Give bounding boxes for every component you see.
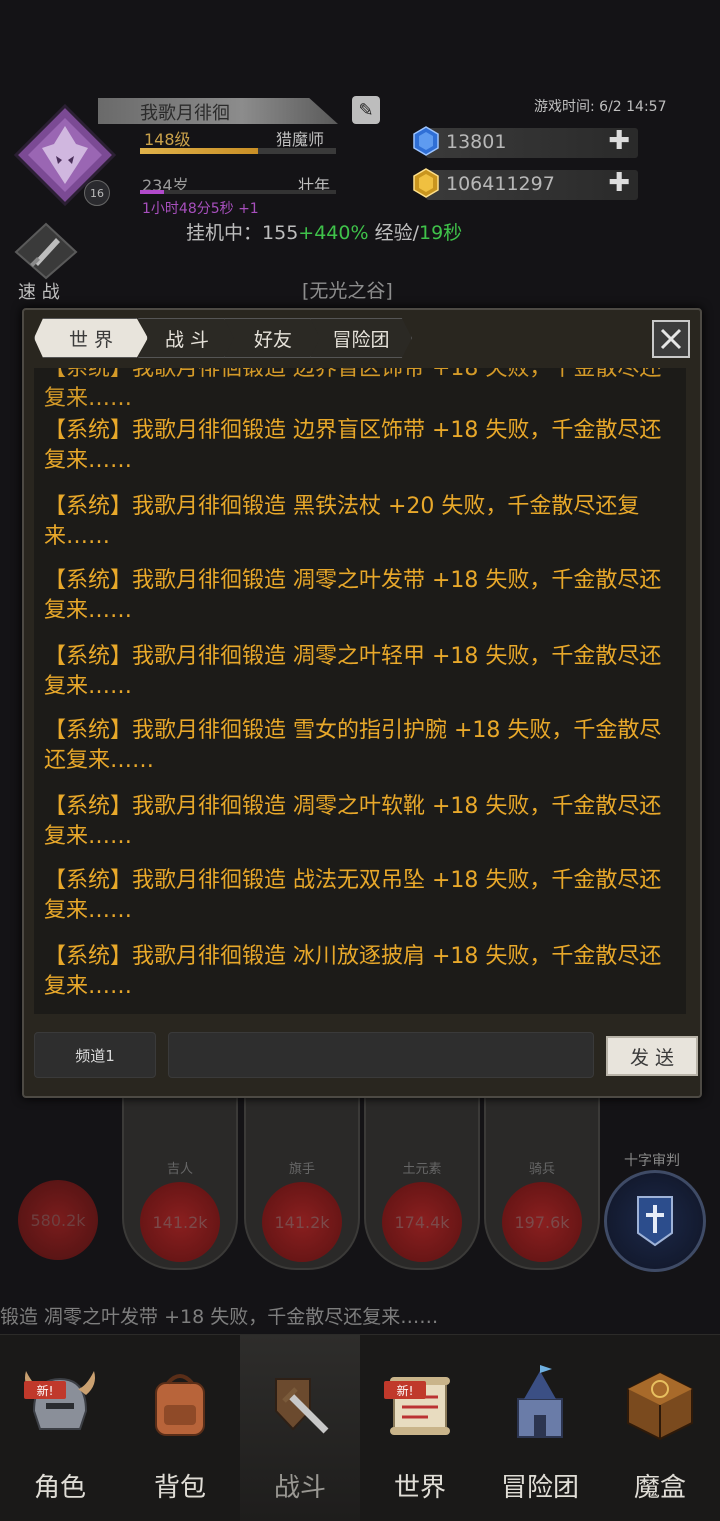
- chat-message: 【系统】我歌月徘徊锻造 凋零之叶发带 +18 失败，千金散尽还复来……: [44, 568, 662, 623]
- idle-label: 挂机中：: [186, 222, 263, 244]
- idle-interval: 19秒: [418, 222, 463, 244]
- add-gold-button[interactable]: ✚: [608, 168, 630, 198]
- exp-bar-fill: [140, 148, 258, 154]
- player-level: 148级: [144, 130, 191, 149]
- idle-unit: 经验/: [374, 222, 419, 244]
- location-title: [无光之谷]: [302, 280, 393, 302]
- age-bar-fill: [140, 190, 164, 194]
- chat-message: 【系统】我歌月徘徊锻造 战法无双吊坠 +18 失败，千金散尽还复来……: [44, 868, 662, 923]
- chat-message: 【系统】我歌月徘徊锻造 凋零之叶软靴 +18 失败，千金散尽还复来……: [44, 794, 662, 849]
- nav-character[interactable]: 新! 角色: [0, 1335, 120, 1521]
- age-bar: [140, 190, 336, 194]
- gem-amount: 13801: [446, 131, 507, 153]
- unit-name: 吉人: [166, 1162, 193, 1177]
- gold-icon: [413, 168, 439, 198]
- unit-card[interactable]: 吉人 141.2k: [122, 1096, 238, 1270]
- idle-bonus: +440%: [298, 222, 369, 244]
- castle-icon: [517, 1365, 563, 1438]
- chat-message: 【系统】我歌月徘徊锻造 边界盲区饰带 +18 失败，千金散尽还复来……: [44, 418, 662, 473]
- avatar-rank-badge: 16: [84, 180, 110, 206]
- chat-message: 【系统】我歌月徘徊锻造 雪女的指引护腕 +18 失败，千金散尽还复来……: [44, 718, 662, 773]
- unit-power: 141.2k: [262, 1182, 342, 1262]
- nav-backpack[interactable]: 背包: [120, 1335, 240, 1521]
- gold-amount: 106411297: [446, 173, 555, 195]
- gem-icon: [413, 126, 439, 156]
- unit-card[interactable]: 骑兵 197.6k: [484, 1096, 600, 1270]
- nav-world[interactable]: 新! 世界: [360, 1335, 480, 1521]
- edit-name-icon[interactable]: ✎: [352, 96, 380, 124]
- new-badge: 新!: [24, 1381, 66, 1399]
- unit-card[interactable]: 旗手 141.2k: [244, 1096, 360, 1270]
- nav-label: 世界: [393, 1473, 446, 1503]
- nav-adventure-guild[interactable]: 冒险团: [480, 1335, 600, 1521]
- scroll-icon: [390, 1377, 450, 1435]
- chat-message: 【系统】我歌月徘徊锻造 冰川放逐披肩 +18 失败，千金散尽还复来……: [44, 944, 662, 999]
- chat-message: 【系统】我歌月徘徊锻造 凋零之叶轻甲 +18 失败，千金散尽还复来……: [44, 644, 662, 699]
- game-time: 游戏时间: 6/2 14:57: [534, 99, 667, 115]
- player-name: 我歌月徘徊: [140, 103, 230, 124]
- nav-label: 角色: [33, 1473, 86, 1503]
- chat-message: 【系统】我歌月徘徊锻造 边界盲区饰带 +18 失败，千金散尽还复来……: [44, 368, 662, 411]
- nav-battle[interactable]: 战斗: [240, 1335, 360, 1521]
- crusade-skill-icon[interactable]: [604, 1170, 706, 1272]
- unit-power: 141.2k: [140, 1182, 220, 1262]
- unit-name: 骑兵: [528, 1162, 555, 1177]
- nav-label: 背包: [153, 1473, 206, 1503]
- age-timer: 1小时48分5秒 +1: [142, 201, 259, 217]
- add-gems-button[interactable]: ✚: [608, 126, 630, 156]
- quick-battle-icon[interactable]: [14, 222, 78, 280]
- unit-name: 旗手: [288, 1162, 315, 1177]
- gem-currency: 13801 ✚: [413, 126, 638, 158]
- chat-message: 【系统】我歌月徘徊锻造 黑铁法杖 +20 失败，千金散尽还复来……: [44, 494, 640, 549]
- crusade-skill-label: 十字审判: [624, 1153, 680, 1169]
- backpack-icon: [155, 1374, 205, 1436]
- tab-battle[interactable]: 战 斗: [138, 318, 236, 358]
- unit-power: 197.6k: [502, 1182, 582, 1262]
- nav-label: 冒险团: [500, 1473, 579, 1503]
- channel-selector[interactable]: 频道1: [34, 1032, 156, 1078]
- sword-shield-icon: [275, 1378, 329, 1434]
- new-badge: 新!: [384, 1381, 426, 1399]
- system-ticker: 锻造 凋零之叶发带 +18 失败，千金散尽还复来……: [0, 1306, 439, 1328]
- unit-power: 174.4k: [382, 1182, 462, 1262]
- chat-input[interactable]: [168, 1032, 594, 1078]
- player-class: 猎魔师: [276, 130, 325, 149]
- nav-label: 战斗: [273, 1473, 326, 1503]
- quick-battle-label[interactable]: 速 战: [18, 278, 60, 304]
- idle-status: 挂机中：155+440% 经验/19秒: [186, 218, 462, 245]
- unit-name: 土元素: [402, 1162, 442, 1177]
- bottom-nav: 新! 角色 背包 战斗 新! 世界 冒险团 魔盒: [0, 1334, 720, 1521]
- magic-box-icon: [627, 1371, 693, 1441]
- tab-adventure-guild[interactable]: 冒险团: [310, 318, 412, 358]
- banner-icon: [637, 1196, 673, 1247]
- nav-magic-box[interactable]: 魔盒: [600, 1335, 720, 1521]
- exp-bar: [140, 148, 336, 154]
- gold-currency: 106411297 ✚: [413, 168, 638, 200]
- tab-world[interactable]: 世 界: [34, 318, 148, 358]
- helmet-icon: [25, 1371, 95, 1430]
- send-button[interactable]: 发 送: [606, 1036, 698, 1076]
- chat-messages[interactable]: 【系统】我歌月徘徊锻造 边界盲区饰带 +18 失败，千金散尽还复来…… 【系统】…: [34, 368, 686, 1014]
- tab-friends[interactable]: 好友: [224, 318, 322, 358]
- idle-value: 155: [262, 222, 299, 244]
- hero-power[interactable]: 580.2k: [18, 1180, 98, 1260]
- nav-label: 魔盒: [633, 1473, 686, 1503]
- close-button[interactable]: [652, 320, 690, 358]
- close-icon: [660, 328, 682, 350]
- unit-card[interactable]: 土元素 174.4k: [364, 1096, 480, 1270]
